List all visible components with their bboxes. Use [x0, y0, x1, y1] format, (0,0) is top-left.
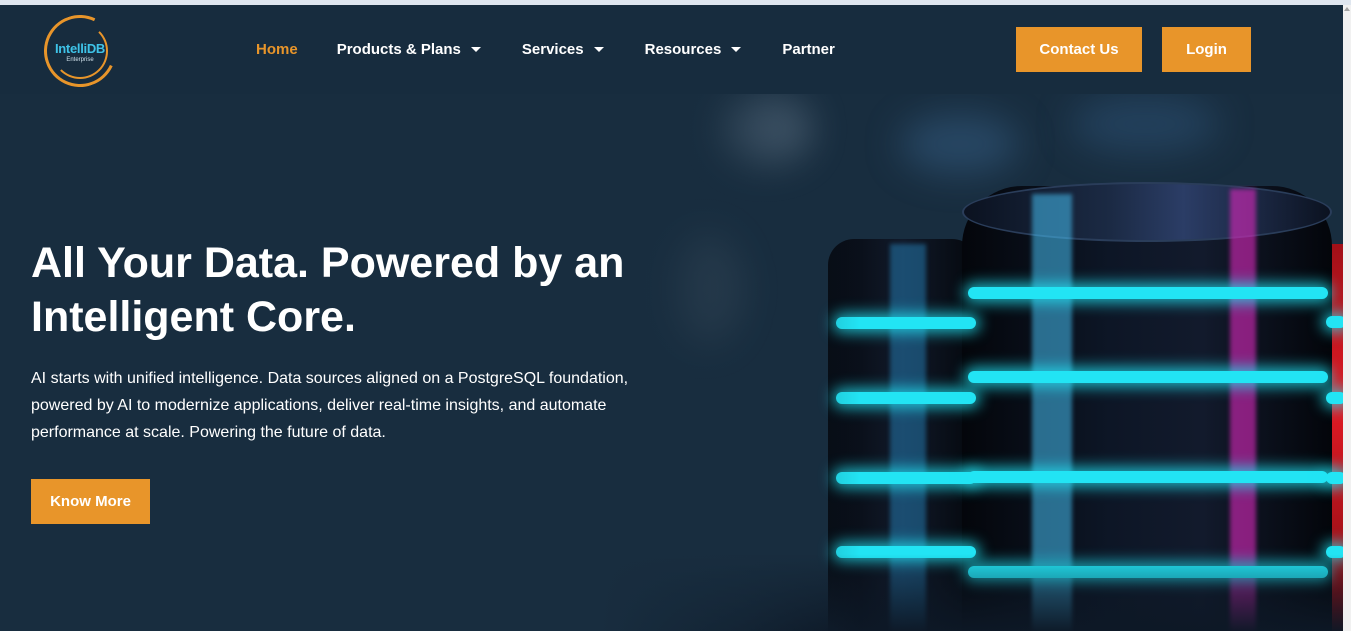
caret-down-icon [593, 47, 604, 52]
hero-description: AI starts with unified intelligence. Dat… [31, 370, 629, 441]
nav-item-services[interactable]: Services [522, 41, 604, 58]
nav-item-resources[interactable]: Resources [645, 41, 742, 58]
page-scrollbar[interactable] [1343, 5, 1351, 631]
nav-item-label: Home [256, 41, 298, 58]
caret-down-icon [470, 47, 481, 52]
site-header: IntelliDB Enterprise Home Products & Pla… [0, 5, 1343, 98]
nav-item-home[interactable]: Home [256, 41, 298, 58]
logo-subtext: Enterprise [66, 57, 94, 63]
hero-title: All Your Data. Powered by an Intelligent… [31, 239, 625, 341]
contact-us-button[interactable]: Contact Us [1016, 27, 1142, 72]
main-nav: Home Products & Plans Services Resources… [256, 41, 835, 58]
page: IntelliDB Enterprise Home Products & Pla… [0, 5, 1343, 631]
nav-item-label: Products & Plans [336, 41, 461, 58]
database-cylinder-top [962, 182, 1332, 242]
nav-item-label: Partner [782, 41, 835, 58]
login-button[interactable]: Login [1162, 27, 1251, 72]
nav-item-label: Resources [644, 41, 722, 58]
caret-down-icon [731, 47, 742, 52]
nav-item-label: Services [521, 41, 584, 58]
nav-item-products-plans[interactable]: Products & Plans [337, 41, 481, 58]
nav-item-partner[interactable]: Partner [782, 41, 835, 58]
intellidb-logo[interactable]: IntelliDB Enterprise [33, 5, 127, 98]
logo-text: IntelliDB [54, 41, 106, 56]
know-more-button[interactable]: Know More [31, 479, 150, 524]
hero-database-illustration [600, 94, 1343, 631]
scroll-up-icon[interactable] [1344, 7, 1350, 11]
